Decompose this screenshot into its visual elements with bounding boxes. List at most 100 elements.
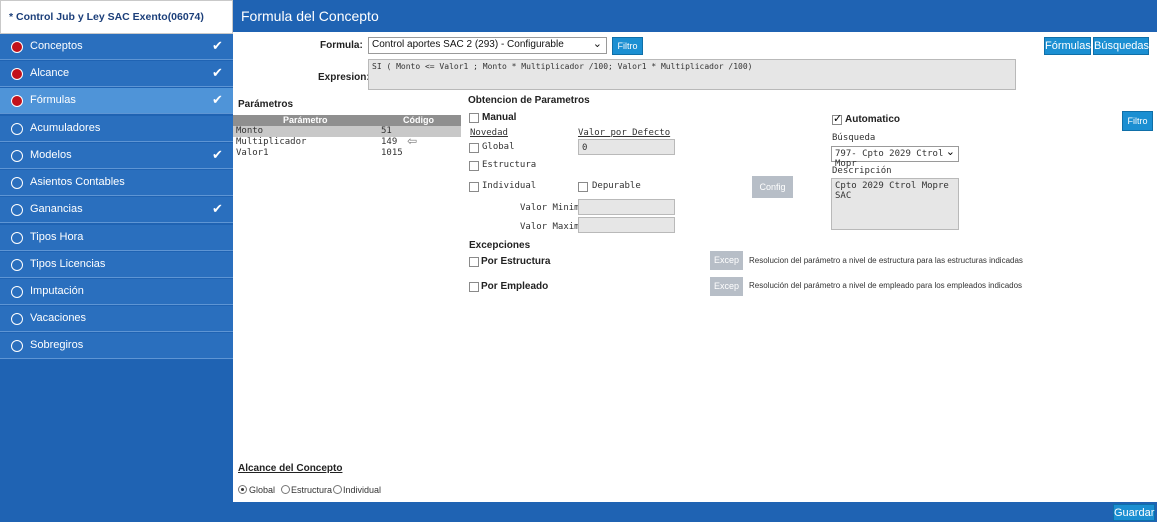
sidebar: * Control Jub y Ley SAC Exento(06074) Co… [0,0,233,522]
excepciones-title: Excepciones [469,240,531,251]
formulas-button[interactable]: Fórmulas [1044,37,1091,55]
sidebar-item-asientos-contables[interactable]: Asientos Contables [0,170,233,196]
radio-icon [11,204,23,216]
alcance-global-radio[interactable] [238,485,247,494]
param-code: 1015 [381,148,403,158]
busquedas-button[interactable]: Búsquedas [1093,37,1149,55]
radio-icon [11,259,23,271]
formula-label: Formula: [320,40,363,51]
depurable-label: Depurable [592,181,641,191]
error-radio-icon [11,95,23,107]
obtencion-title: Obtencion de Parametros [468,95,590,106]
por-empleado-checkbox[interactable] [469,282,479,292]
global-value-field[interactable]: 0 [578,139,675,155]
por-estructura-label: Por Estructura [481,256,551,267]
valor-maximo-field[interactable] [578,217,675,233]
sidebar-item-modelos[interactable]: Modelos ✔ [0,143,233,169]
global-checkbox[interactable] [469,143,479,153]
sidebar-item-ganancias[interactable]: Ganancias ✔ [0,197,233,223]
sidebar-item-label: Alcance [30,67,70,79]
sidebar-item-label: Tipos Licencias [30,258,106,270]
individual-checkbox[interactable] [469,182,479,192]
chevron-down-icon: ⌄ [592,38,602,50]
valor-minimo-field[interactable] [578,199,675,215]
app-window: * Control Jub y Ley SAC Exento(06074) Co… [0,0,1157,522]
sidebar-item-label: Acumuladores [30,122,101,134]
sidebar-item-alcance[interactable]: Alcance ✔ [0,61,233,87]
table-row[interactable]: Valor1 1015 [233,148,461,159]
sidebar-item-conceptos[interactable]: Conceptos ✔ [0,34,233,60]
alcance-estructura-label: Estructura [291,485,333,495]
check-icon: ✔ [212,201,223,216]
excep-estructura-button[interactable]: Excep [710,251,743,270]
sidebar-item-label: Vacaciones [30,312,87,324]
descripcion-label: Descripción [832,166,892,176]
depurable-checkbox[interactable] [578,182,588,192]
sidebar-item-vacaciones[interactable]: Vacaciones [0,306,233,332]
col-parametro: Parámetro [283,115,328,125]
sidebar-item-formulas[interactable]: Fórmulas ✔ [0,88,233,114]
error-radio-icon [11,68,23,80]
manual-checkbox[interactable] [469,113,479,123]
expression-text: SI ( Monto <= Valor1 ; Monto * Multiplic… [372,62,753,71]
excep-estructura-desc: Resolucion del parámetro a nivel de estr… [749,256,1023,265]
formula-select-value: Control aportes SAC 2 (293) - Configurab… [372,39,564,50]
config-button[interactable]: Config [752,176,793,198]
sidebar-item-sobregiros[interactable]: Sobregiros [0,333,233,359]
table-row[interactable]: Multiplicador 149 [233,137,461,148]
busqueda-select[interactable]: 797- Cpto 2029 Ctrol Mopr ⌄ [831,145,959,169]
formula-select[interactable]: Control aportes SAC 2 (293) - Configurab… [368,37,607,54]
param-code: 149 [381,137,398,147]
error-radio-icon [11,41,23,53]
sidebar-item-label: Conceptos [30,40,83,52]
sidebar-item-tipos-hora[interactable]: Tipos Hora [0,225,233,251]
sidebar-item-imputacion[interactable]: Imputación [0,279,233,305]
global-value: 0 [582,143,588,153]
check-icon: ✔ [212,92,223,107]
estructura-label: Estructura [482,160,537,170]
individual-label: Individual [482,181,537,191]
check-icon: ✔ [212,65,223,80]
descripcion-field[interactable]: Cpto 2029 Ctrol Mopre SAC [831,178,959,230]
busqueda-filter-button[interactable]: Filtro [1122,111,1153,131]
concept-title: * Control Jub y Ley SAC Exento(06074) [0,0,233,34]
automatico-checkbox[interactable] [832,112,842,125]
formula-filter-button[interactable]: Filtro [612,37,643,55]
param-code: 51 [381,126,392,136]
sidebar-item-label: Ganancias [30,203,83,215]
save-button[interactable]: Guardar [1113,504,1155,521]
alcance-global-label: Global [249,485,276,495]
radio-icon [11,313,23,325]
valor-defecto-header: Valor por Defecto [578,128,671,138]
global-label: Global [482,142,515,152]
expression-label: Expresion: [318,72,370,83]
novedad-header: Novedad [470,128,508,138]
radio-icon [11,150,23,162]
descripcion-value: Cpto 2029 Ctrol Mopre SAC [835,181,949,201]
expression-field[interactable]: SI ( Monto <= Valor1 ; Monto * Multiplic… [368,59,1016,90]
sidebar-item-label: Sobregiros [30,339,84,351]
chevron-down-icon: ⌄ [945,145,955,158]
sidebar-item-tipos-licencias[interactable]: Tipos Licencias [0,252,233,278]
col-codigo: Código [403,115,434,125]
param-name: Valor1 [236,148,269,158]
radio-icon [11,232,23,244]
cursor-icon: ⇦ [407,134,418,148]
radio-icon [11,340,23,352]
sidebar-item-acumuladores[interactable]: Acumuladores [0,116,233,142]
alcance-estructura-radio[interactable] [281,485,290,494]
por-estructura-checkbox[interactable] [469,257,479,267]
parameters-header: Parámetro Código [233,115,461,126]
excep-empleado-button[interactable]: Excep [710,277,743,296]
page-title: Formula del Concepto [233,0,1157,32]
parameters-title: Parámetros [238,99,294,110]
footer-bar [233,502,1157,522]
por-empleado-label: Por Empleado [481,281,549,292]
alcance-title: Alcance del Concepto [238,463,343,474]
estructura-checkbox[interactable] [469,161,479,171]
alcance-individual-radio[interactable] [333,485,342,494]
automatico-label: Automatico [845,114,900,125]
param-name: Multiplicador [236,137,307,147]
busqueda-label: Búsqueda [832,133,876,143]
table-row[interactable]: Monto 51 [233,126,461,137]
